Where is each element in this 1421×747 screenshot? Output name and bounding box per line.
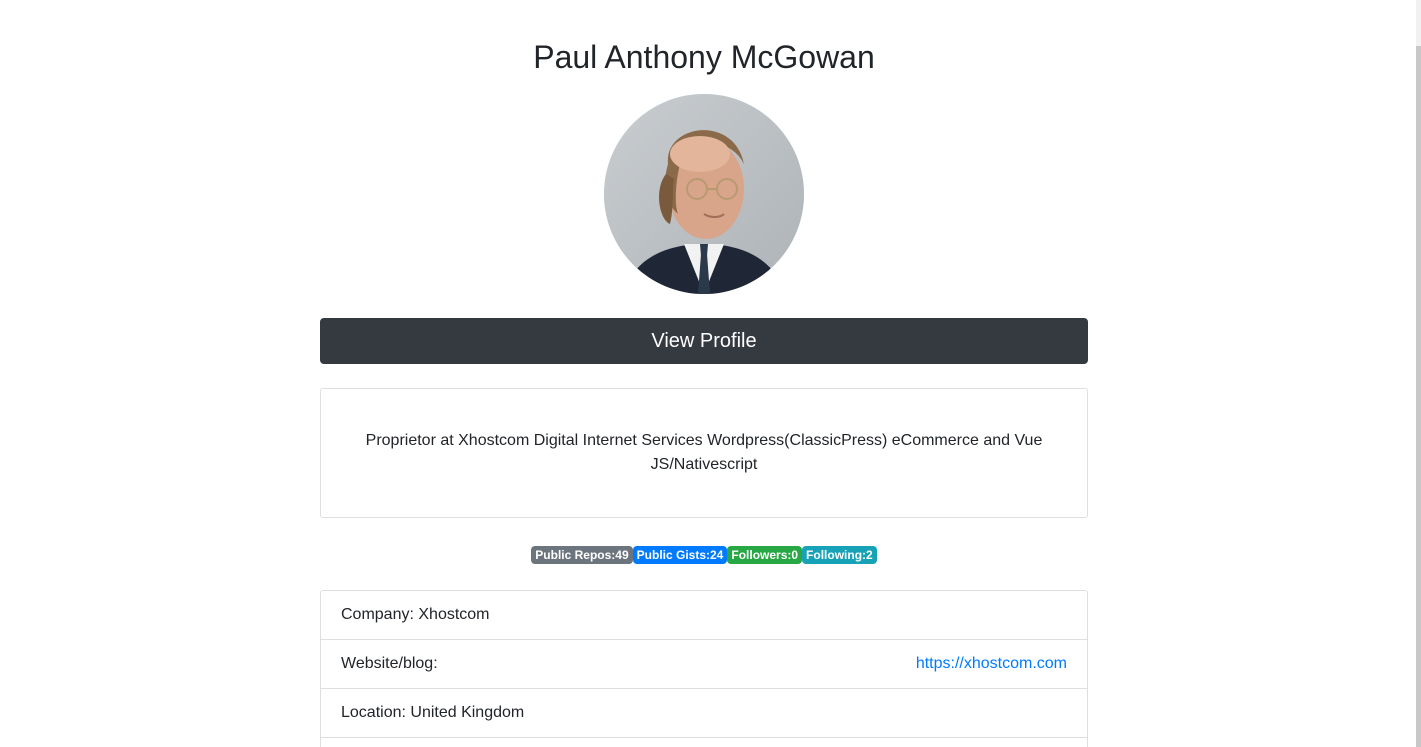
company-text: Company: Xhostcom [341,606,490,623]
company-item: Company: Xhostcom [321,591,1087,640]
website-label: Website/blog: [341,655,438,672]
location-text: Location: United Kingdom [341,704,525,721]
profile-name: Paul Anthony McGowan [533,39,875,75]
details-list: Company: Xhostcom Website/blog: https://… [320,590,1088,747]
website-link[interactable]: https://xhostcom.com [916,640,1067,688]
profile-page: Paul Anthony McGowan View Profile Propri… [0,0,1421,747]
bio-text: Proprietor at Xhostcom Digital Internet … [365,432,1043,473]
public-gists-badge: Public Gists:24 [632,546,728,564]
page-scrollbar[interactable] [1416,0,1421,747]
location-item: Location: United Kingdom [321,689,1087,738]
following-badge: Following:2 [802,546,877,564]
public-repos-badge: Public Repos:49 [531,546,633,564]
list-item-partial [321,738,1087,747]
bio-card: Proprietor at Xhostcom Digital Internet … [320,388,1088,518]
website-item: Website/blog: https://xhostcom.com [321,640,1087,689]
followers-badge: Followers:0 [727,546,803,564]
scrollbar-thumb[interactable] [1416,46,1421,747]
stats-badges: Public Repos:49 Public Gists:24 Followers:… [320,546,1088,564]
view-profile-button[interactable]: View Profile [320,318,1088,364]
avatar [604,94,804,294]
avatar-image [604,94,804,294]
